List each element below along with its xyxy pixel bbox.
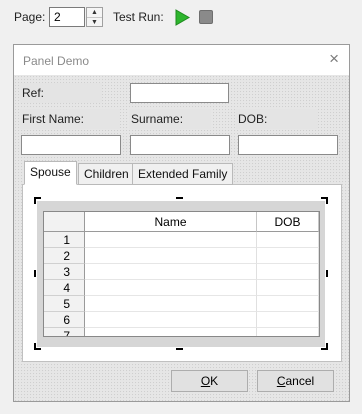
grid-row-header[interactable]: 5 (44, 296, 85, 312)
grid-cell[interactable] (85, 232, 257, 248)
grid-corner (44, 212, 85, 232)
grid-cell[interactable] (257, 264, 319, 280)
tab-extended-family[interactable]: Extended Family (132, 163, 234, 185)
ok-button[interactable]: OK (171, 370, 248, 392)
dob-label: DOB: (236, 109, 318, 129)
ok-label-rest: K (210, 374, 219, 388)
resize-handle-left[interactable] (34, 270, 36, 277)
spin-down-icon[interactable]: ▼ (87, 17, 102, 26)
tab-spouse[interactable]: Spouse (24, 161, 77, 185)
first-name-field[interactable] (21, 135, 121, 155)
test-run-label: Test Run: (113, 10, 164, 24)
cancel-button[interactable]: Cancel (257, 370, 334, 392)
grid-cell[interactable] (85, 280, 257, 296)
grid-cell[interactable] (85, 312, 257, 328)
surname-field[interactable] (130, 135, 230, 155)
page-label: Page: (14, 10, 46, 24)
grid-cell[interactable] (85, 264, 257, 280)
resize-handle-top-left-v[interactable] (34, 197, 36, 204)
grid-cell[interactable] (257, 280, 319, 296)
page-input[interactable]: 2 (49, 7, 85, 27)
grid-row-header[interactable]: 4 (44, 280, 85, 296)
grid-row-header[interactable]: 3 (44, 264, 85, 280)
dialog-titlebar[interactable]: Panel Demo × (14, 45, 349, 75)
resize-handle-bottom[interactable] (176, 348, 183, 350)
grid-row-header[interactable]: 6 (44, 312, 85, 328)
close-icon[interactable]: × (329, 50, 339, 68)
grid-header-dob[interactable]: DOB (257, 212, 319, 232)
resize-handle-top-right-v[interactable] (326, 197, 328, 204)
resize-handle-bottom-left-v[interactable] (34, 343, 36, 350)
tab-children[interactable]: Children (78, 163, 135, 185)
grid-row-header[interactable]: 7 (44, 328, 85, 336)
resize-handle-top[interactable] (176, 197, 183, 199)
ref-field[interactable] (130, 83, 229, 103)
grid-cell[interactable] (257, 328, 319, 336)
play-icon[interactable] (174, 9, 190, 26)
panel-demo-dialog: Panel Demo × Ref: First Name: Surname: D… (13, 44, 350, 402)
grid-cell[interactable] (257, 248, 319, 264)
dialog-title: Panel Demo (23, 54, 90, 68)
dob-field[interactable] (238, 135, 338, 155)
first-name-label: First Name: (20, 109, 120, 129)
family-grid[interactable]: Name DOB 1 2 3 4 5 6 7 (43, 211, 320, 337)
resize-handle-bottom-right-v[interactable] (326, 343, 328, 350)
page-spinner[interactable]: ▲ ▼ (86, 7, 103, 27)
grid-cell[interactable] (257, 296, 319, 312)
toolbar: Page: 2 ▲ ▼ Test Run: (0, 0, 362, 34)
spin-up-icon[interactable]: ▲ (87, 8, 102, 17)
grid-cell[interactable] (85, 296, 257, 312)
surname-label: Surname: (129, 109, 211, 129)
cancel-label-rest: ancel (285, 374, 315, 388)
grid-header-name[interactable]: Name (85, 212, 257, 232)
grid-cell[interactable] (257, 232, 319, 248)
ok-mnemonic: O (200, 374, 211, 388)
ref-label: Ref: (20, 83, 102, 103)
grid-cell[interactable] (257, 312, 319, 328)
grid-row-header[interactable]: 1 (44, 232, 85, 248)
grid-row-header[interactable]: 2 (44, 248, 85, 264)
grid-cell[interactable] (85, 328, 257, 336)
dialog-client-area: Ref: First Name: Surname: DOB: Spouse Ch… (14, 75, 349, 401)
stop-icon[interactable] (199, 10, 213, 24)
grid-cell[interactable] (85, 248, 257, 264)
resize-handle-right[interactable] (326, 270, 328, 277)
